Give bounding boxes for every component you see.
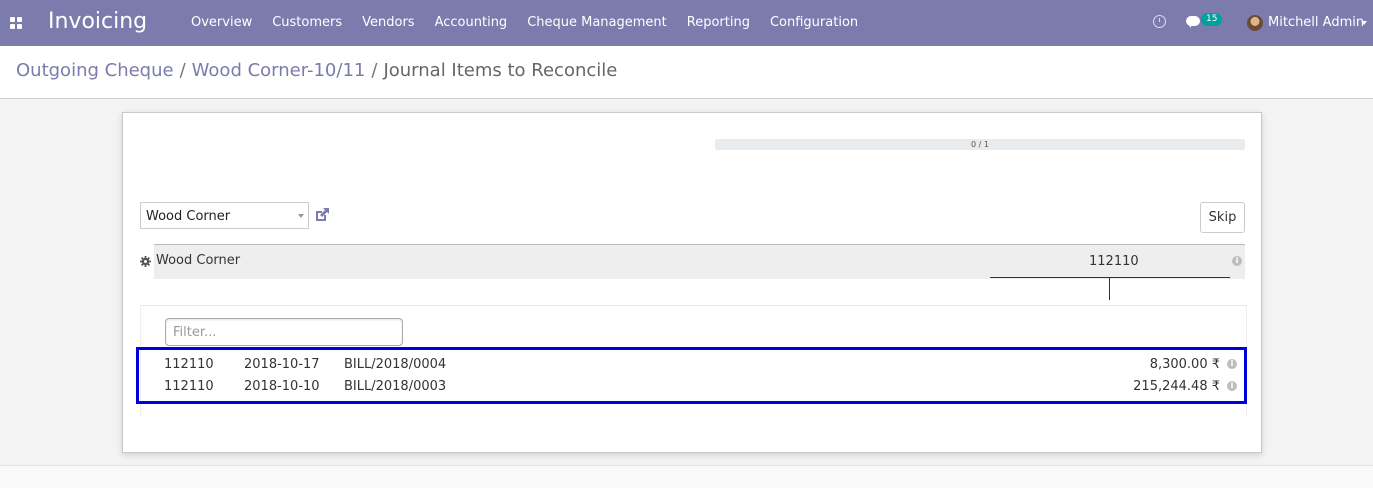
divider: [1109, 278, 1110, 300]
notification-badge: 15: [1201, 13, 1223, 26]
main-menu: Overview Customers Vendors Accounting Ch…: [181, 0, 868, 46]
info-icon[interactable]: i: [1232, 256, 1242, 266]
menu-item-customers[interactable]: Customers: [262, 0, 352, 46]
menu-item-configuration[interactable]: Configuration: [760, 0, 868, 46]
chevron-down-icon[interactable]: [1361, 21, 1367, 25]
line-account-code: 112110: [1089, 254, 1139, 269]
partner-select[interactable]: Wood Corner: [140, 202, 309, 229]
row-reference: BILL/2018/0004: [344, 357, 447, 372]
row-amount: 8,300.00 ₹: [1149, 357, 1220, 372]
table-row[interactable]: 112110 2018-10-10 BILL/2018/0003 215,244…: [139, 374, 1244, 396]
chat-icon[interactable]: [1186, 16, 1200, 28]
menu-item-reporting[interactable]: Reporting: [677, 0, 760, 46]
chevron-down-icon[interactable]: [298, 214, 304, 218]
breadcrumb-separator: /: [179, 60, 186, 81]
row-date: 2018-10-17: [244, 357, 320, 372]
app-title[interactable]: Invoicing: [48, 9, 147, 34]
breadcrumb-separator: /: [371, 60, 378, 81]
control-panel: Outgoing Cheque / Wood Corner-10/11/Journa…: [0, 46, 1373, 99]
skip-button[interactable]: Skip: [1200, 202, 1245, 233]
divider: [990, 277, 1230, 278]
user-menu-name[interactable]: Mitchell Admin: [1268, 15, 1364, 30]
gear-icon[interactable]: [140, 256, 151, 267]
line-partner-name: Wood Corner: [156, 253, 241, 268]
row-account: 112110: [164, 357, 214, 372]
breadcrumb: Outgoing Cheque / Wood Corner-10/11/Journa…: [16, 60, 617, 81]
footer-strip: [0, 465, 1373, 488]
reconciliation-sheet: 0 / 1 Wood Corner Skip Wood Corner 11211…: [122, 112, 1262, 453]
apps-menu-icon[interactable]: [10, 17, 22, 29]
row-amount: 215,244.48 ₹: [1133, 379, 1220, 394]
menu-item-accounting[interactable]: Accounting: [425, 0, 518, 46]
filter-input[interactable]: [165, 318, 403, 346]
reconcile-progress-bar: 0 / 1: [715, 139, 1245, 150]
info-icon[interactable]: i: [1227, 359, 1237, 369]
row-account: 112110: [164, 379, 214, 394]
breadcrumb-cheque-record[interactable]: Wood Corner-10/11: [192, 60, 366, 81]
avatar[interactable]: [1247, 15, 1263, 31]
menu-item-overview[interactable]: Overview: [181, 0, 262, 46]
statement-line[interactable]: Wood Corner 112110 i: [154, 244, 1245, 279]
row-reference: BILL/2018/0003: [344, 379, 447, 394]
info-icon[interactable]: i: [1227, 381, 1237, 391]
page-title: Journal Items to Reconcile: [383, 60, 618, 81]
menu-item-cheque-management[interactable]: Cheque Management: [517, 0, 677, 46]
top-navbar: Invoicing Overview Customers Vendors Acc…: [0, 0, 1373, 46]
activity-clock-icon[interactable]: [1153, 15, 1166, 28]
progress-text: 0 / 1: [971, 140, 989, 149]
move-lines-table: 112110 2018-10-17 BILL/2018/0004 8,300.0…: [136, 347, 1247, 404]
row-date: 2018-10-10: [244, 379, 320, 394]
external-link-icon[interactable]: [313, 206, 331, 224]
menu-item-vendors[interactable]: Vendors: [352, 0, 424, 46]
table-row[interactable]: 112110 2018-10-17 BILL/2018/0004 8,300.0…: [139, 352, 1244, 374]
breadcrumb-outgoing-cheque[interactable]: Outgoing Cheque: [16, 60, 174, 81]
partner-select-value: Wood Corner: [146, 209, 231, 224]
